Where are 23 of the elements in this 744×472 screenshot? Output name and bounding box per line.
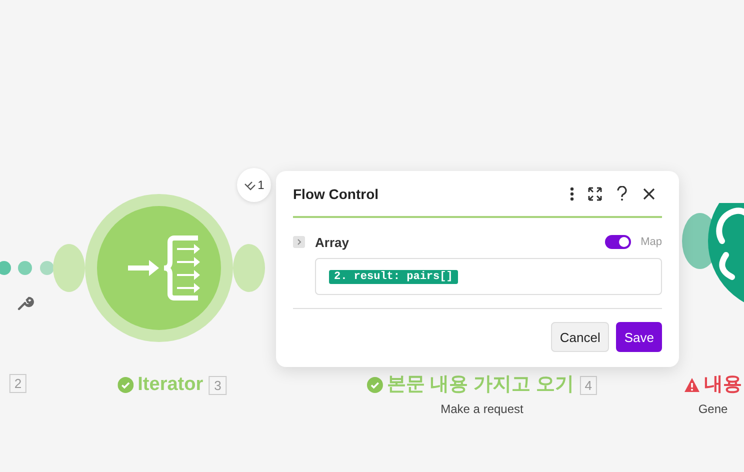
module-name: 본문 내용 가지고 오기 — [386, 374, 574, 396]
double-check-icon — [244, 179, 256, 191]
map-toggle[interactable] — [604, 235, 631, 249]
connection-dots-drawing — [0, 261, 54, 275]
module-name: Iterator — [138, 374, 204, 396]
cancel-button[interactable]: Cancel — [550, 322, 610, 352]
save-button[interactable]: Save — [616, 322, 662, 352]
module-subtitle: Make a request — [440, 402, 524, 416]
help-icon[interactable] — [615, 186, 629, 201]
module-subtitle: Gene — [698, 402, 728, 416]
module-name: 내용 — [704, 374, 742, 396]
module-number: 3 — [209, 376, 226, 394]
expand-chevron-icon[interactable] — [293, 236, 305, 248]
popup-title: Flow Control — [293, 186, 379, 202]
more-options-icon[interactable] — [569, 186, 575, 200]
expand-icon[interactable] — [588, 186, 602, 200]
module-number: 2 — [9, 374, 27, 393]
operations-badge[interactable]: 1 — [237, 168, 271, 202]
close-icon[interactable] — [642, 186, 656, 200]
wrench-icon[interactable] — [16, 294, 34, 312]
map-label: Map — [640, 236, 662, 248]
field-label: Array — [315, 234, 350, 250]
module-number: 4 — [580, 376, 598, 394]
